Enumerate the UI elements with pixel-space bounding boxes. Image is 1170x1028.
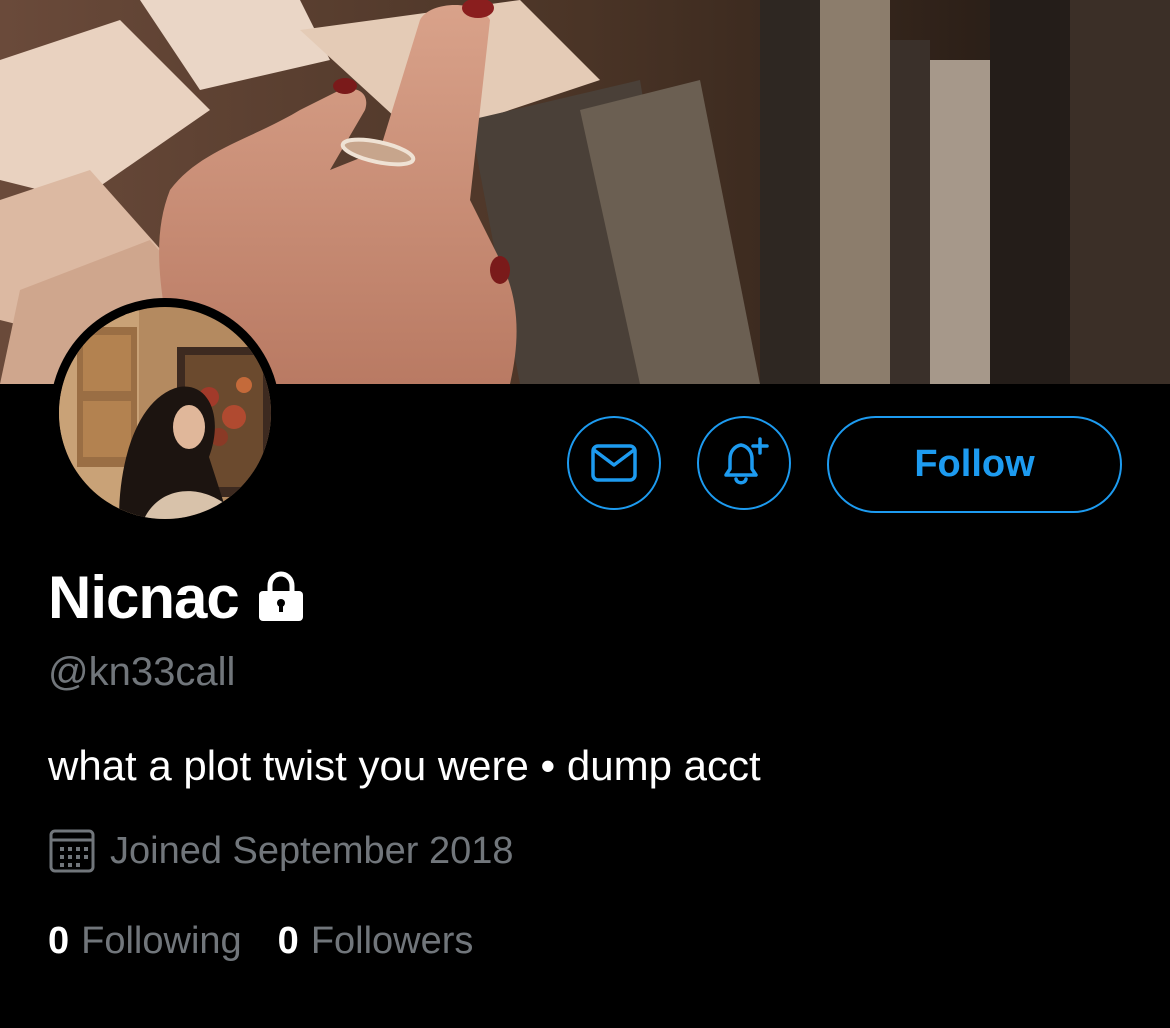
followers-count: 0 bbox=[277, 920, 299, 962]
user-handle: @kn33call bbox=[48, 650, 236, 694]
follow-button[interactable]: Follow bbox=[827, 416, 1122, 513]
avatar[interactable] bbox=[59, 307, 271, 519]
following-label: Following bbox=[81, 920, 242, 962]
calendar-icon bbox=[49, 829, 95, 873]
message-button[interactable] bbox=[567, 416, 661, 510]
joined-date-row: Joined September 2018 bbox=[48, 826, 514, 876]
followers-label: Followers bbox=[310, 920, 474, 962]
following-count: 0 bbox=[48, 920, 70, 962]
follow-stats: 0 Following 0 Followers bbox=[48, 920, 473, 963]
joined-date: Joined September 2018 bbox=[110, 829, 514, 872]
display-name: Nicnac bbox=[48, 563, 240, 631]
following-stat[interactable]: 0 Following bbox=[48, 920, 242, 963]
notification-subscribe-button[interactable] bbox=[697, 416, 791, 510]
avatar-photo bbox=[59, 307, 271, 519]
bell-plus-icon bbox=[724, 437, 769, 485]
protected-lock-icon bbox=[255, 567, 307, 627]
envelope-icon bbox=[591, 444, 637, 482]
display-name-row: Nicnac bbox=[48, 562, 307, 632]
followers-stat[interactable]: 0 Followers bbox=[278, 920, 474, 963]
profile-bio: what a plot twist you were • dump acct bbox=[48, 742, 761, 789]
